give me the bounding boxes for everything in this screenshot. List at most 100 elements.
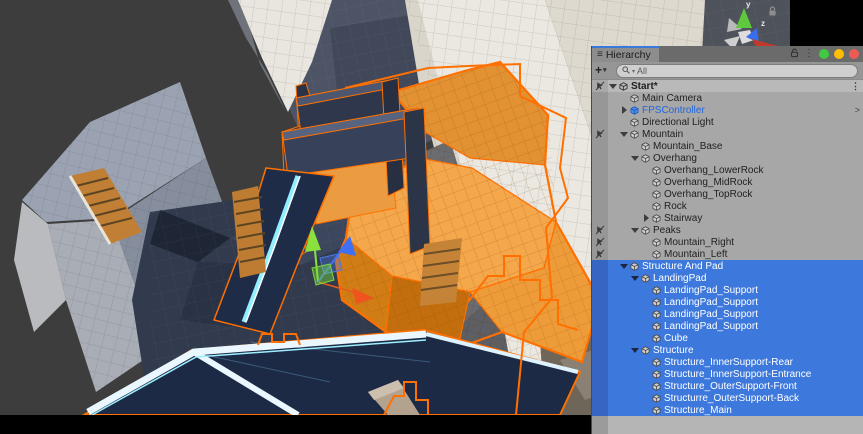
indent-spacer (608, 356, 641, 368)
hierarchy-row[interactable]: Main Camera (592, 92, 863, 104)
expand-arrow-icon[interactable] (641, 212, 651, 224)
hierarchy-row[interactable]: LandingPad_Support (592, 284, 863, 296)
indent-spacer (608, 248, 641, 260)
hierarchy-row[interactable]: Structure And Pad (592, 260, 863, 272)
window-dot-red[interactable] (849, 49, 859, 59)
picking-toggle-icon[interactable] (592, 248, 608, 260)
lock-icon[interactable] (790, 45, 799, 63)
expand-arrow-icon[interactable] (630, 344, 640, 356)
expand-arrow-icon[interactable] (630, 224, 640, 236)
hierarchy-empty-area[interactable] (592, 416, 863, 434)
expand-placeholder (641, 380, 651, 392)
window-dot-yellow[interactable] (834, 49, 844, 59)
hierarchy-row[interactable]: Structure_InnerSupport-Entrance (592, 368, 863, 380)
expand-placeholder (619, 116, 629, 128)
axis-z-label: z (761, 19, 765, 28)
search-value: All (637, 66, 647, 76)
indent-spacer (608, 104, 619, 116)
tab-hierarchy[interactable]: ≡ Hierarchy (592, 46, 659, 62)
hierarchy-row[interactable]: Cube (592, 332, 863, 344)
row-label: Mountain_Left (664, 249, 727, 260)
create-button[interactable]: +▾ (595, 63, 607, 77)
hierarchy-row[interactable]: Stairway (592, 212, 863, 224)
gutter-column (592, 416, 608, 434)
hierarchy-row[interactable]: Overhang_MidRock (592, 176, 863, 188)
picking-toggle-icon[interactable] (592, 224, 608, 236)
hierarchy-row[interactable]: Structure_OuterSupport-Front (592, 380, 863, 392)
cube-icon (651, 200, 662, 212)
expand-arrow-icon[interactable] (608, 80, 618, 92)
expand-placeholder (641, 320, 651, 332)
expand-placeholder (641, 200, 651, 212)
scene-options-kebab-icon[interactable]: ⋮ (851, 82, 860, 91)
hierarchy-row[interactable]: Overhang (592, 152, 863, 164)
hierarchy-row[interactable]: Structure (592, 344, 863, 356)
hierarchy-row[interactable]: Structure_InnerSupport-Rear (592, 356, 863, 368)
hierarchy-row[interactable]: LandingPad_Support (592, 308, 863, 320)
row-gutter (592, 200, 608, 212)
row-gutter (592, 356, 608, 368)
hierarchy-row[interactable]: Start*⋮ (592, 80, 863, 92)
row-label: FPSController (642, 105, 705, 116)
hierarchy-row[interactable]: LandingPad_Support (592, 296, 863, 308)
tab-label: Hierarchy (606, 49, 651, 61)
cube-icon (651, 320, 662, 332)
picking-toggle-icon[interactable] (592, 80, 608, 92)
row-gutter (592, 272, 608, 284)
cube-icon (651, 284, 662, 296)
expand-arrow-icon[interactable] (619, 128, 629, 140)
hierarchy-row[interactable]: Structure_Main (592, 404, 863, 416)
search-input[interactable]: ▾ All (616, 64, 858, 78)
indent-spacer (608, 236, 641, 248)
indent-spacer (608, 116, 619, 128)
expand-arrow-icon[interactable] (630, 152, 640, 164)
hierarchy-row[interactable]: FPSController > (592, 104, 863, 116)
prefab-open-chevron-icon[interactable]: > (855, 106, 860, 115)
kebab-menu-icon[interactable]: ⋮ (804, 49, 814, 59)
row-label: Structure_InnerSupport-Rear (664, 357, 793, 368)
row-label: Structure_OuterSupport-Front (664, 381, 797, 392)
expand-arrow-icon[interactable] (619, 260, 629, 272)
hierarchy-row[interactable]: Mountain_Right (592, 236, 863, 248)
row-gutter (592, 176, 608, 188)
axis-y-label: y (746, 0, 751, 9)
row-gutter (592, 320, 608, 332)
hierarchy-row[interactable]: Mountain (592, 128, 863, 140)
row-gutter (592, 392, 608, 404)
hierarchy-row[interactable]: Structurre_OuterSupport-Back (592, 392, 863, 404)
picking-toggle-icon[interactable] (592, 128, 608, 140)
expand-placeholder (641, 368, 651, 380)
indent-spacer (608, 224, 630, 236)
window-dot-green[interactable] (819, 49, 829, 59)
hierarchy-row[interactable]: Mountain_Left (592, 248, 863, 260)
row-gutter (592, 404, 608, 416)
expand-arrow-icon[interactable] (619, 104, 629, 116)
expand-placeholder (619, 92, 629, 104)
cube-icon (651, 308, 662, 320)
hierarchy-row[interactable]: LandingPad_Support (592, 320, 863, 332)
cube-icon (651, 236, 662, 248)
indent-spacer (608, 332, 641, 344)
row-gutter (592, 92, 608, 104)
indent-spacer (608, 296, 641, 308)
hierarchy-row[interactable]: Mountain_Base (592, 140, 863, 152)
hierarchy-row[interactable]: Overhang_LowerRock (592, 164, 863, 176)
cube-icon (629, 92, 640, 104)
hierarchy-row[interactable]: Peaks (592, 224, 863, 236)
indent-spacer (608, 284, 641, 296)
hierarchy-row[interactable]: Overhang_TopRock (592, 188, 863, 200)
picking-toggle-icon[interactable] (592, 236, 608, 248)
scene-lock-icon[interactable] (768, 6, 777, 17)
hierarchy-row[interactable]: Directional Light (592, 116, 863, 128)
expand-placeholder (641, 176, 651, 188)
cube-icon (629, 128, 640, 140)
indent-spacer (608, 152, 630, 164)
hierarchy-row[interactable]: Rock (592, 200, 863, 212)
expand-arrow-icon[interactable] (630, 272, 640, 284)
cube-icon (640, 344, 651, 356)
indent-spacer (608, 404, 641, 416)
hierarchy-row[interactable]: LandingPad (592, 272, 863, 284)
search-filter-caret-icon[interactable]: ▾ (632, 68, 635, 75)
row-gutter (592, 260, 608, 272)
row-gutter (592, 308, 608, 320)
